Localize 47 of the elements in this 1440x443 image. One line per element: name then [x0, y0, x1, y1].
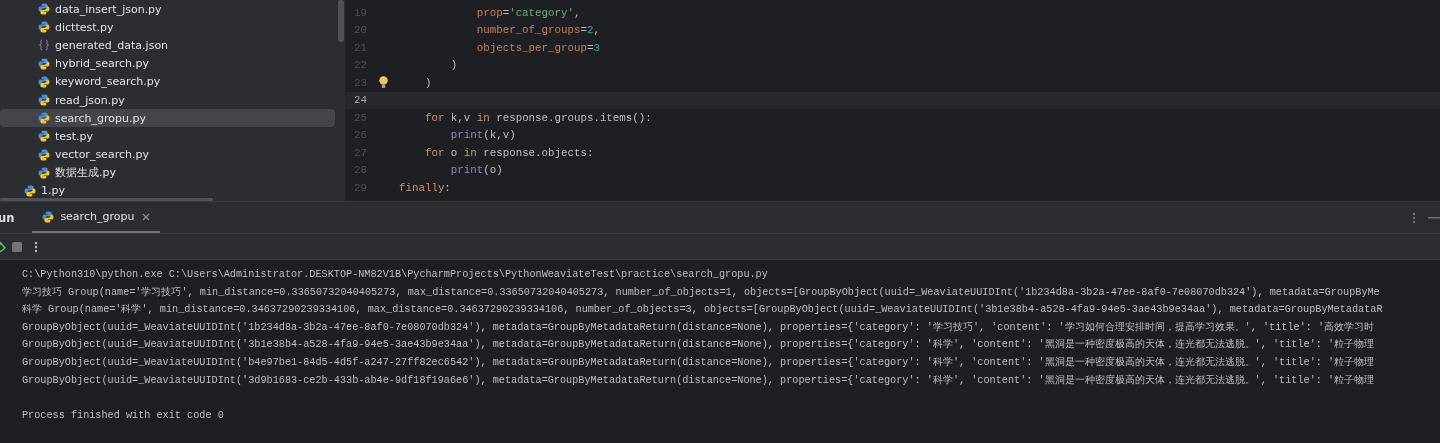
file-tree-item[interactable]: keyword_search.py: [0, 72, 335, 91]
python-file-icon: [38, 148, 50, 161]
code-line: for k,v in response.groups.items():: [423, 111, 652, 124]
file-tree-item[interactable]: 1.py: [0, 181, 335, 201]
exit-message: Process finished with exit code 0: [22, 408, 225, 423]
json-file-icon: [38, 39, 50, 52]
python-file-icon: [38, 130, 50, 143]
console-line: GroupByObject(uuid=_WeaviateUUIDInt('3b1e38b4-a528-4fa9-94e5-3ae43b9e34aa'), metadata=GroupByMetadataReturn(distance=None), properties={'category': '科学', 'content': '黑洞是一种密度极高的天体，连光都无法逃脱。', 'title': '粒子物理: [22, 337, 1376, 353]
file-tree-item[interactable]: hybrid_search.py: [0, 54, 335, 73]
python-file-icon: [38, 57, 50, 70]
file-tree-item[interactable]: data_insert_json.py: [0, 0, 335, 19]
file-tree-item[interactable]: search_gropu.py: [0, 109, 335, 128]
console-line: GroupByObject(uuid=_WeaviateUUIDInt('b4e97be1-84d5-4d5f-a247-27ff82ec6542'), metadata=GroupByMetadataReturn(distance=None), properties={'category': '科学', 'content': '黑洞是一种密度极高的天体，连光都无法逃脱。', 'title': '粒子物理: [22, 355, 1376, 370]
file-tree-item[interactable]: read_json.py: [0, 90, 335, 110]
horizontal-scrollbar[interactable]: [0, 198, 213, 201]
code-line: prop='category',: [475, 6, 581, 19]
code-line: ): [449, 59, 458, 72]
code-line: print(k,v): [449, 129, 516, 142]
console-line: GroupByObject(uuid=_WeaviateUUIDInt('1b234d8a-3b2a-47ee-8af0-7e08070db324'), metadata=GroupByMetadataReturn(distance=None), properties={'category': '学习技巧', 'content': '学习如何合理安排时间，提高学习效果。', 'title': '高效学习时: [22, 320, 1376, 335]
file-tree-item[interactable]: test.py: [0, 127, 335, 146]
file-tree-item[interactable]: dicttest.py: [0, 18, 335, 37]
code-line: number_of_groups=2,: [475, 24, 600, 37]
rerun-icon[interactable]: [0, 240, 6, 253]
console-line: 学习技巧 Group(name='学习技巧', min_distance=0.33650732040405273, max_distance=0.33650732040405273, number_of_objects=1, objects=[GroupByObject(uuid=_WeaviateUUIDInt('1b234d8a-3b2a-47ee-8af0-7e08070db324'), metadata=GroupByMe: [22, 285, 1381, 300]
code-line: for o in response.objects:: [423, 146, 594, 159]
console-line: C:\Python310\python.exe C:\Users\Administrator.DESKTOP-NM82V1B\PycharmProjects\PythonWeaviateTest\practice\search_gropu.py: [22, 268, 769, 282]
code-line: finally:: [399, 181, 451, 194]
python-file-icon: [38, 75, 50, 88]
file-tree-item[interactable]: vector_search.py: [0, 145, 335, 164]
file-tree-item[interactable]: 数据生成.py: [0, 163, 335, 182]
code-line: objects_per_group=3: [475, 41, 600, 54]
stop-icon[interactable]: [12, 241, 22, 252]
lightbulb-icon[interactable]: [378, 76, 388, 90]
file-tree-item[interactable]: generated_data.json: [0, 36, 335, 55]
python-file-icon: [42, 210, 55, 223]
python-file-icon: [38, 21, 50, 34]
python-file-icon: [24, 184, 36, 197]
python-file-icon: [38, 94, 50, 107]
console-line: 科学 Group(name='科学', min_distance=0.34637290239334106, max_distance=0.34637290239334106, number_of_objects=3, objects=[GroupByObject(uuid=_WeaviateUUIDInt('3b1e38b4-a528-4fa9-94e5-3ae43b9e34aa'), metadata=GroupByMetadataR: [22, 303, 1384, 318]
python-file-icon: [38, 3, 50, 16]
python-file-icon: [38, 166, 50, 179]
code-line: print(o): [449, 164, 503, 177]
console-line: GroupByObject(uuid=_WeaviateUUIDInt('3d9b1683-ce2b-433b-ab4e-9df18f19a6e6'), metadata=GroupByMetadataReturn(distance=None), properties={'category': '科学', 'content': '黑洞是一种密度极高的天体，连光都无法逃脱。', 'title': '粒子物理: [22, 373, 1376, 388]
code-line: ): [423, 76, 432, 89]
python-file-icon: [38, 112, 50, 125]
line-number: 24: [353, 94, 367, 107]
vertical-scrollbar[interactable]: [338, 0, 344, 42]
